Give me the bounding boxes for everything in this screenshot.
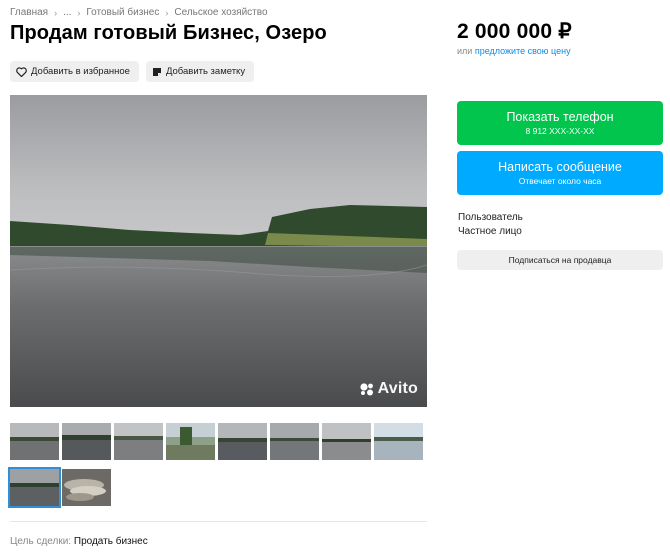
thumbnail[interactable] [62, 469, 111, 506]
breadcrumb-separator: › [165, 7, 169, 18]
deal-purpose: Цель сделки: Продать бизнес [10, 536, 148, 547]
thumbnail[interactable] [270, 423, 319, 460]
thumbnail-strip [8, 423, 427, 508]
breadcrumb: Главная › ... › Готовый бизнес › Сельско… [10, 7, 268, 18]
avito-watermark-text: Avito [377, 380, 418, 397]
thumbnail[interactable] [218, 423, 267, 460]
add-note-button[interactable]: Добавить заметку [145, 61, 255, 82]
avito-logo-icon [359, 382, 375, 396]
breadcrumb-ready-business[interactable]: Готовый бизнес [86, 7, 159, 18]
seller-type: Частное лицо [458, 226, 522, 237]
add-to-favorites-label: Добавить в избранное [31, 66, 130, 77]
price-or-text: или [457, 46, 473, 56]
thumbnail[interactable] [322, 423, 371, 460]
add-to-favorites-button[interactable]: Добавить в избранное [10, 61, 139, 82]
write-message-button[interactable]: Написать сообщение Отвечает около часа [457, 151, 663, 195]
page-title: Продам готовый Бизнес, Озеро [10, 22, 327, 44]
thumbnail[interactable] [62, 423, 111, 460]
breadcrumb-agriculture[interactable]: Сельское хозяйство [174, 7, 267, 18]
reply-time: Отвечает около часа [518, 176, 602, 186]
price: 2 000 000 ₽ [457, 20, 572, 43]
thumbnail[interactable] [10, 423, 59, 460]
thumbnail[interactable] [114, 423, 163, 460]
deal-purpose-label: Цель сделки: [10, 536, 72, 547]
offer-price-link[interactable]: предложите свою цену [475, 46, 571, 56]
breadcrumb-separator: › [77, 7, 81, 18]
breadcrumb-separator: › [54, 7, 58, 18]
add-note-label: Добавить заметку [165, 66, 246, 77]
main-photo[interactable]: Avito [10, 95, 427, 407]
thumbnail[interactable] [166, 423, 215, 460]
thumbnail-active[interactable] [8, 467, 61, 508]
thumbnail[interactable] [374, 423, 423, 460]
breadcrumb-ellipsis[interactable]: ... [63, 7, 71, 18]
heart-icon [16, 66, 27, 77]
show-phone-button[interactable]: Показать телефон 8 912 XXX-XX-XX [457, 101, 663, 145]
seller-role: Пользователь [458, 212, 523, 223]
breadcrumb-home[interactable]: Главная [10, 7, 48, 18]
write-message-label: Написать сообщение [498, 160, 622, 174]
note-icon [152, 67, 162, 77]
price-offer-line: или предложите свою цену [457, 46, 571, 56]
divider [10, 521, 427, 522]
listing-actions: Добавить в избранное Добавить заметку [10, 61, 255, 82]
phone-masked: 8 912 XXX-XX-XX [525, 126, 595, 136]
avito-watermark: Avito [359, 380, 418, 398]
subscribe-seller-button[interactable]: Подписаться на продавца [457, 250, 663, 270]
deal-purpose-value: Продать бизнес [73, 536, 148, 547]
show-phone-label: Показать телефон [506, 110, 614, 124]
